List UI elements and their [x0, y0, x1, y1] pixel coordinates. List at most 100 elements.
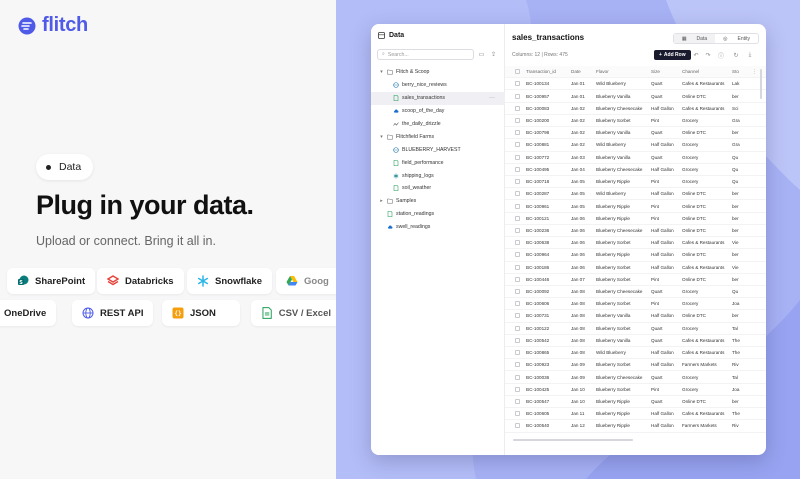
table-cell[interactable]: Blueberry Sorbet — [596, 387, 651, 392]
new-folder-icon[interactable]: ▭ — [477, 50, 486, 59]
table-row[interactable]: BC-100092 Jan 08 Blueberry Cheesecake Quart… — [505, 286, 766, 299]
table-row[interactable]: BC-100083 Jan 02 Blueberry Cheesecake Half … — [505, 103, 766, 115]
table-cell[interactable]: Pint — [651, 118, 682, 123]
table-cell[interactable]: Quart — [651, 375, 682, 380]
vertical-scrollbar[interactable] — [760, 69, 762, 99]
brand-logo[interactable]: flitch — [18, 14, 88, 37]
tree-item[interactable]: swell_readings — [371, 221, 505, 234]
table-cell[interactable]: Blueberry Sorbet — [596, 265, 651, 270]
table-cell[interactable]: Jan 11 — [571, 411, 596, 416]
redo-icon[interactable]: ↷ — [704, 51, 712, 59]
table-cell[interactable]: Blueberry Sorbet — [596, 240, 651, 245]
row-checkbox[interactable] — [515, 191, 520, 197]
table-cell[interactable]: Blueberry Sorbet — [596, 118, 651, 123]
table-row[interactable]: BC-100865 Jan 08 Wild Blueberry Half Gallon… — [505, 347, 766, 360]
table-row[interactable]: BC-100957 Jan 01 Blueberry Vanilla Quart Onl… — [505, 90, 766, 103]
table-cell[interactable]: BC-100236 — [526, 228, 571, 233]
table-cell[interactable]: Cafes & Restaurants — [682, 106, 732, 111]
table-cell[interactable]: ber — [732, 313, 752, 318]
table-cell[interactable]: Online DTC — [682, 94, 732, 99]
tree-item[interactable]: BLUEBERRY_HARVEST — [371, 143, 505, 156]
table-cell[interactable]: BC-100881 — [526, 142, 571, 147]
row-checkbox[interactable] — [515, 411, 520, 417]
table-row[interactable]: BC-100961 Jan 05 Blueberry Ripple Pint Onlin… — [505, 200, 766, 213]
connector-databricks[interactable]: Databricks — [97, 268, 184, 294]
info-icon[interactable]: ⓘ — [717, 51, 725, 60]
table-cell[interactable]: Blueberry Cheesecake — [596, 167, 651, 172]
table-cell[interactable]: BC-100798 — [526, 130, 571, 135]
table-row[interactable]: BC-100495 Jan 04 Blueberry Cheesecake Half … — [505, 164, 766, 176]
row-checkbox[interactable] — [515, 154, 520, 160]
table-cell[interactable]: Vie — [732, 240, 752, 245]
table-cell[interactable]: Grocery — [682, 179, 732, 184]
table-cell[interactable]: The — [732, 350, 752, 355]
undo-icon[interactable]: ↶ — [692, 51, 700, 59]
table-cell[interactable]: Jan 06 — [571, 252, 596, 257]
table-cell[interactable]: Wild Blueberry — [596, 350, 651, 355]
table-row[interactable]: BC-100718 Jan 05 Blueberry Ripple Pint Groce… — [505, 176, 766, 189]
tree-item[interactable]: the_daily_drizzle — [371, 118, 505, 131]
table-cell[interactable]: Grocery — [682, 118, 732, 123]
table-cell[interactable]: Blueberry Cheesecake — [596, 106, 651, 111]
table-cell[interactable]: Cafes & Restaurants — [682, 411, 732, 416]
chevron-down-icon[interactable]: ▾ — [379, 69, 384, 75]
table-cell[interactable]: Vie — [732, 265, 752, 270]
row-checkbox[interactable] — [515, 203, 520, 209]
refresh-icon[interactable]: ↻ — [732, 51, 740, 59]
table-cell[interactable]: BC-100083 — [526, 106, 571, 111]
table-cell[interactable]: Half Gallon — [651, 362, 682, 367]
table-cell[interactable]: Half Gallon — [651, 240, 682, 245]
row-checkbox[interactable] — [515, 362, 520, 368]
tree-item[interactable]: scoop_of_the_day — [371, 105, 505, 118]
upload-icon[interactable]: ⇪ — [489, 50, 498, 59]
table-cell[interactable]: Grocery — [682, 155, 732, 160]
row-checkbox[interactable] — [515, 105, 520, 111]
table-cell[interactable]: ber — [732, 277, 752, 282]
row-checkbox[interactable] — [515, 240, 520, 246]
tree-folder[interactable]: ▸ Samples — [371, 195, 505, 208]
table-cell[interactable]: Quart — [651, 94, 682, 99]
table-row[interactable]: BC-100964 Jan 06 Blueberry Ripple Half Gall… — [505, 249, 766, 262]
table-cell[interactable]: BC-100495 — [526, 167, 571, 172]
table-row[interactable]: BC-100731 Jan 08 Blueberry Vanilla Half Gal… — [505, 310, 766, 323]
table-cell[interactable]: Blueberry Vanilla — [596, 338, 651, 343]
table-cell[interactable]: BC-100961 — [526, 204, 571, 209]
table-cell[interactable]: BC-100731 — [526, 313, 571, 318]
table-cell[interactable]: Riv — [732, 362, 752, 367]
row-checkbox[interactable] — [515, 215, 520, 221]
sidebar-search-input[interactable]: ⌕ Search... — [377, 49, 474, 60]
column-header[interactable]: Sto — [732, 69, 752, 74]
table-cell[interactable]: Jan 08 — [571, 338, 596, 343]
table-cell[interactable]: Blueberry Vanilla — [596, 155, 651, 160]
table-row[interactable]: BC-100036 Jan 09 Blueberry Cheesecake Quart… — [505, 371, 766, 384]
table-cell[interactable]: Farmers Markets — [682, 362, 732, 367]
table-cell[interactable]: Online DTC — [682, 228, 732, 233]
add-row-button[interactable]: + Add Row — [654, 50, 691, 60]
row-checkbox[interactable] — [515, 93, 520, 99]
table-cell[interactable]: Online DTC — [682, 399, 732, 404]
row-checkbox[interactable] — [515, 337, 520, 343]
table-cell[interactable]: Riv — [732, 423, 752, 428]
table-cell[interactable]: Grocery — [682, 326, 732, 331]
table-cell[interactable]: BC-100121 — [526, 216, 571, 221]
table-cell[interactable]: Qu — [732, 179, 752, 184]
table-cell[interactable]: Online DTC — [682, 216, 732, 221]
table-cell[interactable]: Jan 08 — [571, 301, 596, 306]
table-cell[interactable]: Jan 01 — [571, 81, 596, 86]
table-row[interactable]: BC-100638 Jan 06 Blueberry Sorbet Half Gall… — [505, 237, 766, 250]
table-row[interactable]: BC-100122 Jan 08 Blueberry Sorbet Quart Groc… — [505, 323, 766, 335]
table-cell[interactable]: Gra — [732, 118, 752, 123]
table-cell[interactable]: Quart — [651, 130, 682, 135]
tree-item[interactable]: soil_weather — [371, 182, 505, 195]
table-cell[interactable]: Qu — [732, 167, 752, 172]
table-row[interactable]: BC-100121 Jan 06 Blueberry Ripple Pint Onlin… — [505, 213, 766, 225]
connector-snowflake[interactable]: Snowflake — [187, 268, 272, 294]
row-checkbox[interactable] — [515, 313, 520, 319]
table-cell[interactable]: Half Gallon — [651, 411, 682, 416]
column-menu-icon[interactable]: ⋮ — [752, 69, 757, 75]
table-cell[interactable]: Farmers Markets — [682, 423, 732, 428]
connector-google-drive[interactable]: Goog — [276, 268, 336, 294]
table-cell[interactable]: Cafes & Restaurants — [682, 338, 732, 343]
table-row[interactable]: BC-100772 Jan 03 Blueberry Vanilla Quart Gro… — [505, 152, 766, 164]
column-header[interactable]: Flavor — [596, 69, 651, 74]
